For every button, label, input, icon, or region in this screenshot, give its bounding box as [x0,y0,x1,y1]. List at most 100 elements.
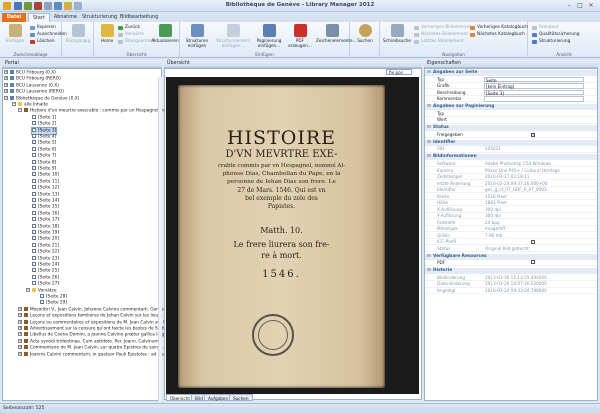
prev-catalog-button[interactable]: Vorheriges Katalogbuch [470,25,528,31]
expand-toggle-icon[interactable]: + [18,345,22,350]
tree-folder[interactable]: − Vorsätze [26,287,56,294]
refresh-button[interactable]: Aktualisieren [150,24,180,43]
expand-toggle-icon[interactable]: + [18,338,22,343]
viewer-tab-overview[interactable]: Übersicht [166,394,194,401]
tree-page[interactable]: [Seite 7] [32,153,56,159]
tree-page[interactable]: [Seite 9] [32,166,56,172]
tree-page[interactable]: [Seite 23] [32,255,59,262]
tree-page[interactable]: [Seite 13] [32,191,59,198]
tree-book[interactable]: + Advertissement sur la censure qu'ont fa… [18,326,171,332]
last-image-button[interactable]: Letztes Bildelement [414,39,464,45]
expand-toggle-icon[interactable]: − [4,95,8,100]
property-input[interactable] [484,96,584,102]
tree-library[interactable]: + BCU Fribourg (RERO) [4,76,61,82]
tree-library[interactable]: + BCU Lausanne (RERO) [4,89,64,95]
property-checkbox[interactable]: ✓ [531,132,535,137]
tree-page[interactable]: [Seite 3] [30,126,58,135]
tree-page[interactable]: [Seite 21] [32,242,59,249]
expand-toggle-icon[interactable]: − [18,108,22,113]
tree-page[interactable]: [Seite 8] [32,159,56,166]
maximize-button[interactable]: □ [575,1,585,10]
tree-page[interactable]: [Seite 18] [32,223,59,230]
delete-button[interactable]: Löschen [30,39,55,45]
tree-page[interactable]: [Seite 4] [32,134,56,140]
view-quality-button[interactable]: Qualitätssicherung [532,32,579,38]
tree-page[interactable]: [Seite 25] [32,268,59,274]
property-select[interactable]: Seite [484,76,584,83]
tree-page[interactable]: [Seite 1] [32,114,56,121]
insert-pagination-button[interactable]: Paginierung einfügen... [254,24,284,48]
tab-file[interactable]: Datei [2,13,26,22]
expand-toggle-icon[interactable]: − [26,287,30,292]
close-button[interactable]: ✕ [586,1,596,10]
tree-folder[interactable]: − alle Inhalte [12,102,48,108]
property-category-history[interactable]: Historie [425,268,597,275]
expand-toggle-icon[interactable]: + [4,82,8,87]
tab-strukturierung[interactable]: Strukturierung [78,13,121,22]
tree-page[interactable]: [Seite 11] [32,178,59,185]
expand-toggle-icon[interactable]: + [18,332,22,337]
expand-toggle-icon[interactable]: + [18,326,22,330]
tree-page[interactable]: [Seite 2] [32,121,56,127]
tree-page[interactable]: [Seite 17] [32,217,59,223]
tree-book[interactable]: + Acta synodi tridentinae. Cum antidoto. … [18,338,159,345]
tree-book[interactable]: + Leçons ou commentaires et expositions d… [18,319,173,326]
view-standard-button[interactable]: Standard [532,25,559,31]
tree-page[interactable]: [Seite 6] [32,146,56,153]
back-button[interactable]: Zurück [118,25,140,31]
tab-abnahme[interactable]: Abnahme [50,13,81,22]
tree-page[interactable]: [Seite 29] [40,300,67,306]
expand-toggle-icon[interactable]: + [18,319,22,324]
property-category-status[interactable]: Status [425,125,597,132]
viewer-tab-tasks[interactable]: Aufgaben [204,394,233,401]
expand-toggle-icon[interactable]: + [4,70,8,74]
create-pdf-button[interactable]: PDF erzeugen... [286,24,314,48]
minimize-button[interactable]: – [564,1,574,10]
sign-elements-button[interactable]: Zeichenelemente... [316,24,357,43]
tree-library[interactable]: + BCU Fribourg (0.X) [4,70,56,76]
home-button[interactable]: Home [94,24,120,43]
tree-book[interactable]: − Histoire d'un meurtre execrable : commi… [18,108,171,114]
expand-toggle-icon[interactable]: + [4,89,8,94]
property-category-pagination[interactable]: Angaben zur Paginierung [425,104,597,111]
tree-library[interactable]: + BCU Lausanne (0.X) [4,82,59,89]
tree-page[interactable]: [Seite 19] [32,230,59,236]
tree-page[interactable]: [Seite 14] [32,198,59,204]
tree-page[interactable]: [Seite 15] [32,204,59,210]
forward-button[interactable]: Vorwärts [118,32,144,38]
tree-scrollbar[interactable] [158,77,162,401]
tree-page[interactable]: [Seite 22] [32,249,59,255]
tree-page[interactable]: [Seite 24] [32,262,59,268]
insert-structures-button[interactable]: Strukturen einfügen [182,24,212,48]
viewer-tab-search[interactable]: Suchen [229,394,253,401]
property-category-resources[interactable]: Verfügbare Resources [425,253,597,260]
expand-toggle-icon[interactable]: − [12,102,16,106]
property-category-image_info[interactable]: Bildinformationen [425,154,597,161]
expand-toggle-icon[interactable]: + [18,351,22,356]
next-catalog-button[interactable]: Nächstes Katalogbuch [470,32,525,38]
expand-toggle-icon[interactable]: + [18,306,22,311]
tree-page[interactable]: [Seite 27] [32,281,59,287]
tree-page[interactable]: [Seite 20] [32,236,59,242]
insert-structure-element-button[interactable]: Strukturelement einfügen... [216,24,250,48]
property-checkbox[interactable]: ✓ [531,240,535,244]
property-checkbox[interactable] [531,260,535,265]
property-category-identifier[interactable]: Identifier [425,139,597,146]
tree-book[interactable]: + Joannis Calvini commentarii, in quatuor… [18,351,169,358]
zoom-select[interactable]: fix pos [386,69,412,75]
tree-page[interactable]: [Seite 26] [32,274,59,281]
tree-book[interactable]: + Libellus de Coena Domini, a Joanne Calv… [18,332,174,338]
property-category-general[interactable]: Angaben zur Seite [425,70,597,76]
tab-bildbearbeitung[interactable]: Bildbearbeitung [116,13,162,22]
view-structure-button[interactable]: Strukturierung [532,39,570,45]
tree-page[interactable]: [Seite 28] [40,294,67,300]
property-input[interactable]: [Seite 3] [484,89,584,96]
tree-page[interactable]: [Seite 10] [32,172,59,178]
expand-toggle-icon[interactable]: + [18,313,22,318]
write-search-button[interactable]: Schreibsuche [382,24,412,43]
prev-image-button[interactable]: Vorheriges Bildelement [414,25,471,31]
expand-toggle-icon[interactable]: + [4,76,8,81]
paste-button[interactable]: Einfügen [2,24,28,43]
tree-book[interactable]: + Commentaire de M. Jean Calvin, sur quat… [18,345,166,351]
tree-book[interactable]: + Leçons et expositions familieres de Jeh… [18,313,165,319]
